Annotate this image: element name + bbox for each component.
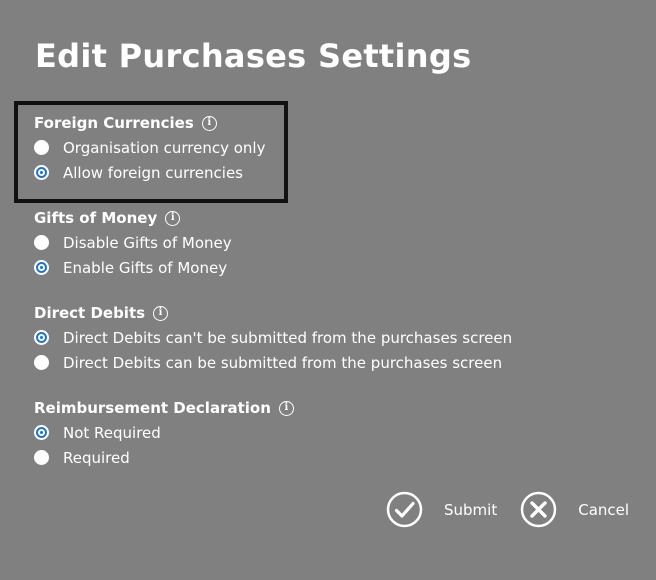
info-icon[interactable]: i bbox=[165, 210, 181, 226]
submit-label: Submit bbox=[444, 500, 498, 519]
form-actions: Submit Cancel bbox=[386, 491, 629, 528]
radio-button[interactable] bbox=[34, 450, 49, 465]
radio-label: Disable Gifts of Money bbox=[63, 233, 232, 252]
radio-not-required[interactable]: Not Required bbox=[34, 420, 294, 445]
radio-label: Direct Debits can be submitted from the … bbox=[63, 353, 503, 372]
section-heading: Foreign Currencies i bbox=[34, 111, 265, 135]
radio-label: Organisation currency only bbox=[63, 138, 266, 157]
x-circle-icon bbox=[520, 491, 557, 528]
submit-button[interactable]: Submit bbox=[386, 491, 497, 528]
radio-direct-debits-cannot-submit[interactable]: Direct Debits can't be submitted from th… bbox=[34, 325, 512, 350]
page-title: Edit Purchases Settings bbox=[35, 37, 472, 75]
radio-label: Direct Debits can't be submitted from th… bbox=[63, 328, 513, 347]
section-heading: Direct Debits i bbox=[34, 301, 512, 325]
radio-organisation-currency-only[interactable]: Organisation currency only bbox=[34, 135, 265, 160]
section-direct-debits: Direct Debits i Direct Debits can't be s… bbox=[34, 301, 512, 375]
section-label-direct-debits: Direct Debits bbox=[34, 304, 146, 322]
info-icon[interactable]: i bbox=[201, 115, 217, 131]
radio-allow-foreign-currencies[interactable]: Allow foreign currencies bbox=[34, 160, 265, 185]
section-label-foreign-currencies: Foreign Currencies bbox=[34, 114, 194, 132]
radio-direct-debits-can-submit[interactable]: Direct Debits can be submitted from the … bbox=[34, 350, 512, 375]
cancel-button[interactable]: Cancel bbox=[520, 491, 629, 528]
radio-button[interactable] bbox=[34, 140, 49, 155]
section-gifts-of-money: Gifts of Money i Disable Gifts of Money … bbox=[34, 206, 232, 280]
check-circle-icon bbox=[386, 491, 423, 528]
section-heading: Reimbursement Declaration i bbox=[34, 396, 294, 420]
radio-enable-gifts-of-money[interactable]: Enable Gifts of Money bbox=[34, 255, 232, 280]
radio-button-selected[interactable] bbox=[34, 165, 49, 180]
radio-button[interactable] bbox=[34, 355, 49, 370]
section-reimbursement-declaration: Reimbursement Declaration i Not Required… bbox=[34, 396, 294, 470]
cancel-label: Cancel bbox=[578, 500, 630, 519]
section-label-gifts-of-money: Gifts of Money bbox=[34, 209, 158, 227]
radio-disable-gifts-of-money[interactable]: Disable Gifts of Money bbox=[34, 230, 232, 255]
info-icon[interactable]: i bbox=[153, 305, 169, 321]
section-label-reimbursement-declaration: Reimbursement Declaration bbox=[34, 399, 271, 417]
section-heading: Gifts of Money i bbox=[34, 206, 232, 230]
radio-label: Required bbox=[63, 448, 130, 467]
radio-button-selected[interactable] bbox=[34, 260, 49, 275]
radio-label: Not Required bbox=[63, 423, 161, 442]
radio-button-selected[interactable] bbox=[34, 425, 49, 440]
radio-button-selected[interactable] bbox=[34, 330, 49, 345]
section-foreign-currencies: Foreign Currencies i Organisation curren… bbox=[34, 111, 265, 185]
info-icon[interactable]: i bbox=[278, 400, 294, 416]
radio-required[interactable]: Required bbox=[34, 445, 294, 470]
radio-label: Allow foreign currencies bbox=[63, 163, 243, 182]
radio-label: Enable Gifts of Money bbox=[63, 258, 228, 277]
radio-button[interactable] bbox=[34, 235, 49, 250]
